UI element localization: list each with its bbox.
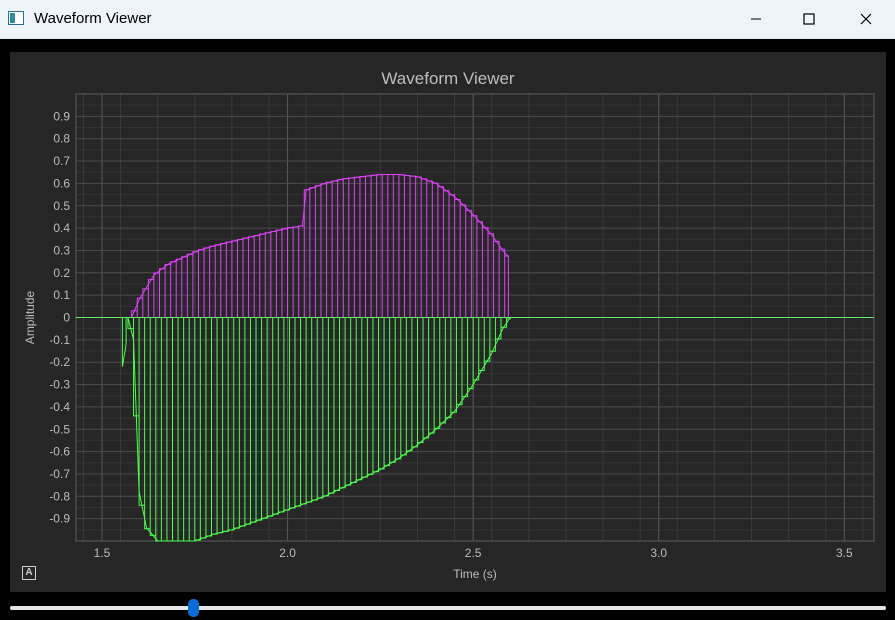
window-title: Waveform Viewer [34,10,152,27]
x-tick-label: 2.0 [279,546,296,560]
x-tick-label: 3.5 [836,546,853,560]
y-tick-label: -0.7 [49,467,70,481]
y-tick-label: -0.9 [49,512,70,526]
y-tick-label: -0.2 [49,355,70,369]
waveform-dip [121,317,127,367]
minimize-button[interactable] [733,0,779,38]
y-tick-label: 0.1 [53,288,70,302]
close-icon [860,13,872,25]
y-tick-label: -0.4 [49,400,70,414]
y-tick-label: 0.2 [53,266,70,280]
x-tick-label: 1.5 [94,546,111,560]
app-icon [8,11,24,25]
auto-range-button[interactable]: A [22,566,36,580]
y-tick-label: -0.1 [49,333,70,347]
waveform-series-1 [131,173,509,318]
y-tick-label: 0.4 [53,221,70,235]
waveform-chart[interactable]: 0.9 0.8 0.7 0.6 0.5 0.4 0.3 0.2 0.1 0 -0.1 -0.2 -0.3… [10,52,886,592]
y-tick-label: -0.8 [49,489,70,503]
waveform-envelope-1 [131,173,509,318]
maximize-button[interactable] [786,0,832,38]
y-tick-label: 0.3 [53,243,70,257]
x-axis-label: Time (s) [453,567,497,581]
x-tick-label: 3.0 [650,546,667,560]
minimize-icon [751,18,761,20]
y-tick-label: -0.3 [49,378,70,392]
slider-handle[interactable] [188,599,200,617]
title-bar: Waveform Viewer [0,0,895,39]
y-axis-label: Amplitude [23,291,37,345]
x-tick-label: 2.5 [465,546,482,560]
y-tick-label: -0.5 [49,422,70,436]
y-tick-label: 0 [63,311,70,325]
close-button[interactable] [843,0,889,38]
y-tick-label: 0.9 [53,109,70,123]
y-tick-label: 0.7 [53,154,70,168]
y-tick-label: 0.5 [53,199,70,213]
y-tick-label: -0.6 [49,445,70,459]
y-tick-label: 0.6 [53,176,70,190]
maximize-icon [803,13,815,25]
slider-track[interactable] [10,606,886,610]
plot-area[interactable]: Waveform Viewer 0.9 0.8 0.7 0.6 0.5 0.4 0.3 0.2… [10,52,886,592]
y-tick-label: 0.8 [53,132,70,146]
